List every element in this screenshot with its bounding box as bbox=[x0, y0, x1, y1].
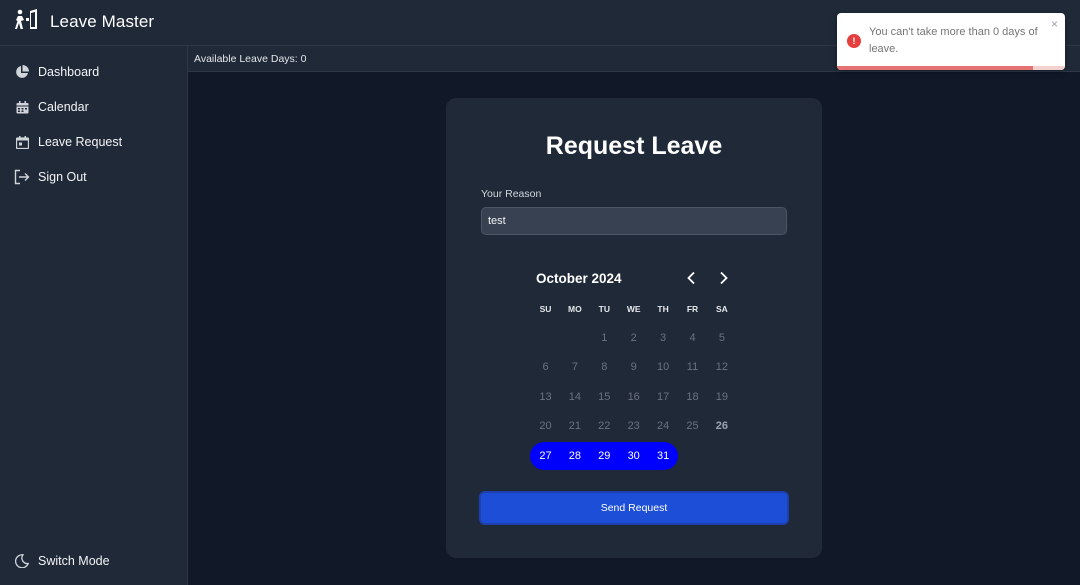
calendar-icon bbox=[14, 99, 30, 115]
reason-label: Your Reason bbox=[481, 188, 542, 200]
calendar-day-19[interactable]: 19 bbox=[707, 383, 736, 411]
calendar-day-20[interactable]: 20 bbox=[531, 412, 560, 440]
switch-mode-button[interactable]: Switch Mode bbox=[0, 546, 187, 576]
calendar-day-18[interactable]: 18 bbox=[678, 383, 707, 411]
calendar-day-5[interactable]: 5 bbox=[707, 324, 736, 352]
sidebar-item-dashboard[interactable]: Dashboard bbox=[0, 57, 187, 87]
chevron-left-icon[interactable] bbox=[684, 270, 700, 286]
sidebar-item-sign-out[interactable]: Sign Out bbox=[0, 162, 187, 192]
weekday-th: TH bbox=[657, 304, 669, 314]
weekday-we: WE bbox=[626, 304, 641, 314]
close-icon[interactable]: × bbox=[1051, 17, 1058, 31]
logo-icon bbox=[15, 9, 37, 29]
calendar-day-12[interactable]: 12 bbox=[707, 353, 736, 381]
calendar-day-11[interactable]: 11 bbox=[678, 353, 707, 381]
calendar-day-13[interactable]: 13 bbox=[531, 383, 560, 411]
calendar-day-6[interactable]: 6 bbox=[531, 353, 560, 381]
sidebar-item-label: Dashboard bbox=[38, 65, 100, 79]
page-title: Request Leave bbox=[545, 132, 723, 160]
calendar-day-25[interactable]: 25 bbox=[678, 412, 707, 440]
weekday-su: SU bbox=[539, 304, 552, 314]
calendar-day-31[interactable]: 31 bbox=[649, 442, 678, 470]
calendar-day-21[interactable]: 21 bbox=[560, 412, 589, 440]
calendar-day-24[interactable]: 24 bbox=[649, 412, 678, 440]
calendar-day-23[interactable]: 23 bbox=[619, 412, 648, 440]
moon-icon bbox=[14, 553, 30, 569]
weekday-mo: MO bbox=[568, 304, 582, 314]
calendar-day-9[interactable]: 9 bbox=[619, 353, 648, 381]
switch-mode-label: Switch Mode bbox=[38, 554, 110, 568]
calendar-day-16[interactable]: 16 bbox=[619, 383, 648, 411]
calendar-day-14[interactable]: 14 bbox=[560, 383, 589, 411]
calendar-day-1[interactable]: 1 bbox=[590, 324, 619, 352]
toast-message: You can't take more than 0 days of leave… bbox=[869, 26, 1038, 55]
reason-input[interactable] bbox=[481, 207, 787, 235]
calendar-day-10[interactable]: 10 bbox=[649, 353, 678, 381]
toast-progress-bar bbox=[837, 66, 1034, 70]
calendar-day-8[interactable]: 8 bbox=[590, 353, 619, 381]
sign-out-icon bbox=[14, 169, 30, 185]
pie-chart-icon bbox=[14, 64, 30, 80]
calendar-day-15[interactable]: 15 bbox=[590, 383, 619, 411]
send-request-button[interactable]: Send Request bbox=[479, 491, 789, 525]
calendar-day-17[interactable]: 17 bbox=[649, 383, 678, 411]
weekday-fr: FR bbox=[686, 304, 699, 314]
sidebar-item-label: Calendar bbox=[38, 100, 89, 114]
calendar-day-27[interactable]: 27 bbox=[531, 442, 560, 470]
sidebar-item-leave-request[interactable]: Leave Request bbox=[0, 127, 187, 157]
calendar-check-icon bbox=[14, 134, 30, 150]
sidebar-item-label: Leave Request bbox=[38, 135, 123, 149]
calendar-day-26[interactable]: 26 bbox=[707, 412, 736, 440]
calendar-day-29[interactable]: 29 bbox=[590, 442, 619, 470]
error-icon: ! bbox=[847, 34, 861, 48]
calendar-day-7[interactable]: 7 bbox=[560, 353, 589, 381]
sidebar-item-label: Sign Out bbox=[38, 170, 87, 184]
calendar-day-2[interactable]: 2 bbox=[619, 324, 648, 352]
calendar-month-label: October 2024 bbox=[536, 271, 622, 286]
available-days-text: Available Leave Days: 0 bbox=[194, 53, 307, 65]
sidebar: Dashboard Calendar Leave Request Sign Ou… bbox=[0, 46, 188, 585]
calendar-day-3[interactable]: 3 bbox=[649, 324, 678, 352]
chevron-right-icon[interactable] bbox=[715, 270, 731, 286]
app-title: Leave Master bbox=[50, 12, 155, 31]
request-leave-card: Request Leave Your Reason October 2024 S… bbox=[446, 98, 822, 558]
weekday-tu: TU bbox=[598, 304, 610, 314]
error-toast: ! You can't take more than 0 days of lea… bbox=[837, 13, 1065, 70]
calendar-day-28[interactable]: 28 bbox=[560, 442, 589, 470]
sidebar-item-calendar[interactable]: Calendar bbox=[0, 92, 187, 122]
calendar-day-4[interactable]: 4 bbox=[678, 324, 707, 352]
calendar-day-30[interactable]: 30 bbox=[619, 442, 648, 470]
calendar-day-22[interactable]: 22 bbox=[590, 412, 619, 440]
weekday-sa: SA bbox=[715, 304, 728, 314]
